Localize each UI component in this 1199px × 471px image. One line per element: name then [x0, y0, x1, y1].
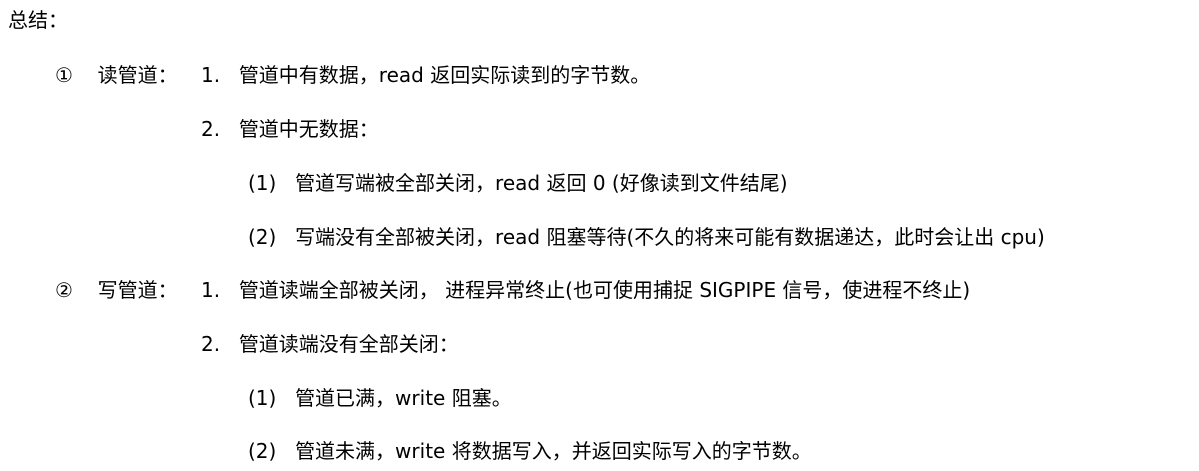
read-subitem-1: (1) 管道写端被全部关闭，read 返回 0 (好像读到文件结尾)	[248, 171, 788, 195]
item-number: 1.	[201, 63, 221, 87]
item-text: 管道读端全部被关闭， 进程异常终止(也可使用捕捉 SIGPIPE 信号，使进程不…	[238, 278, 971, 302]
write-subitem-1: (1) 管道已满，write 阻塞。	[248, 386, 512, 410]
circled-one-marker: ①	[55, 63, 73, 87]
subitem-number: (2)	[248, 439, 277, 463]
section-read-pipe-title: 读管道：	[97, 63, 178, 87]
subitem-text: 写端没有全部被关闭，read 阻塞等待(不久的将来可能有数据递达，此时会让出 c…	[295, 225, 1045, 249]
item-text: 管道中有数据，read 返回实际读到的字节数。	[238, 63, 651, 87]
summary-heading: 总结：	[8, 8, 68, 32]
write-item-1: 1. 管道读端全部被关闭， 进程异常终止(也可使用捕捉 SIGPIPE 信号，使…	[201, 278, 970, 302]
item-number: 1.	[201, 278, 221, 302]
section-write-pipe-title: 写管道：	[97, 278, 178, 302]
read-subitem-2: (2) 写端没有全部被关闭，read 阻塞等待(不久的将来可能有数据递达，此时会…	[248, 225, 1045, 249]
write-item-2: 2. 管道读端没有全部关闭：	[201, 332, 459, 356]
subitem-number: (1)	[248, 386, 277, 410]
subitem-number: (2)	[248, 225, 277, 249]
subitem-text: 管道写端被全部关闭，read 返回 0 (好像读到文件结尾)	[295, 171, 788, 195]
item-number: 2.	[201, 332, 221, 356]
item-number: 2.	[201, 117, 221, 141]
read-item-1: 1. 管道中有数据，read 返回实际读到的字节数。	[201, 63, 650, 87]
subitem-text: 管道未满，write 将数据写入，并返回实际写入的字节数。	[295, 439, 812, 463]
item-text: 管道中无数据：	[238, 117, 379, 141]
subitem-text: 管道已满，write 阻塞。	[295, 386, 512, 410]
section-write-pipe-header: ② 写管道：	[55, 278, 178, 302]
subitem-number: (1)	[248, 171, 277, 195]
circled-two-marker: ②	[55, 278, 73, 302]
read-item-2: 2. 管道中无数据：	[201, 117, 379, 141]
write-subitem-2: (2) 管道未满，write 将数据写入，并返回实际写入的字节数。	[248, 439, 812, 463]
section-read-pipe-header: ① 读管道：	[55, 63, 178, 87]
item-text: 管道读端没有全部关闭：	[238, 332, 459, 356]
